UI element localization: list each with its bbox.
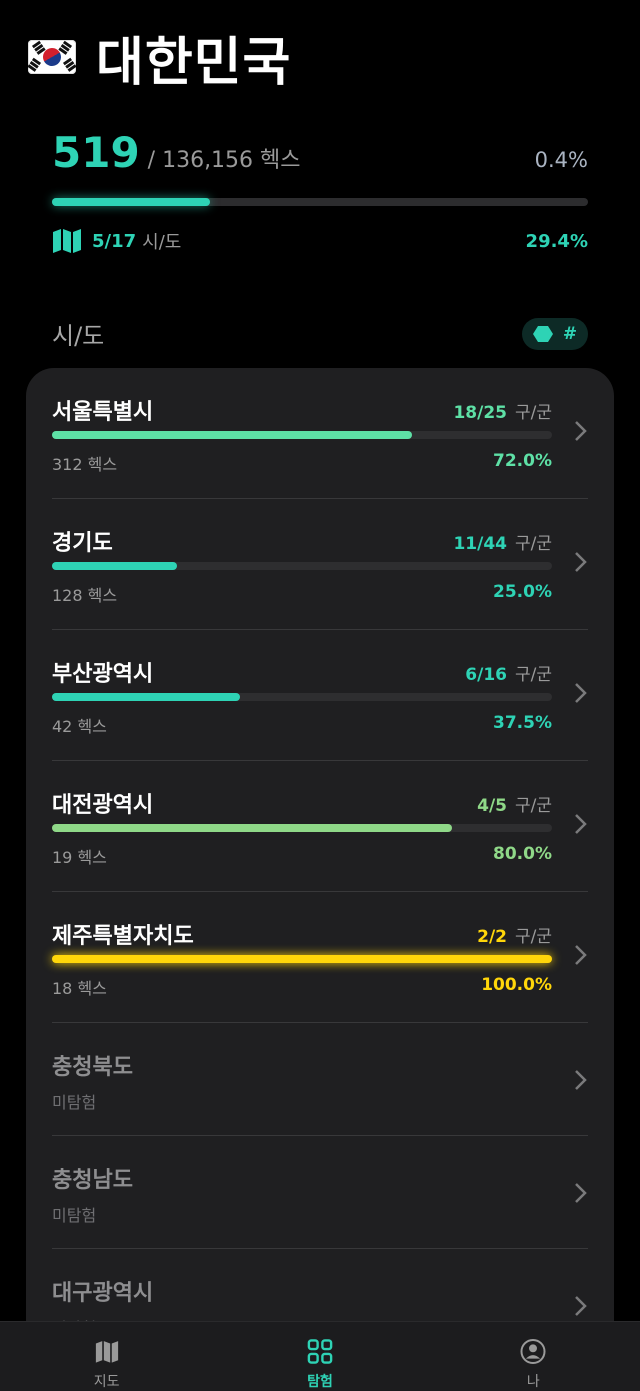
tab-label: 지도 [93, 1374, 120, 1390]
region-status: 미탐험 [52, 1206, 97, 1225]
regions-explored-count: 5/17 [92, 230, 137, 252]
region-status: 미탐험 [52, 1093, 97, 1112]
region-progress-fill [52, 431, 412, 439]
header: 대한민국 [28, 24, 291, 93]
region-percent: 100.0% [481, 975, 552, 995]
chevron-right-icon [575, 552, 587, 572]
chevron-right-icon [575, 683, 587, 703]
region-percent: 72.0% [493, 451, 552, 471]
chevron-right-icon [575, 1296, 587, 1316]
district-count: 2/2 [477, 927, 507, 947]
district-count: 11/44 [453, 534, 507, 554]
region-list: 서울특별시 18/25 구/군 312 헥스 72.0% 경기도 11/44 구/군… [26, 368, 614, 1368]
region-item-gyeonggi[interactable]: 경기도 11/44 구/군 128 헥스 25.0% [52, 499, 588, 630]
region-progress-fill [52, 693, 240, 701]
chevron-right-icon [575, 1070, 587, 1090]
region-item-jeju[interactable]: 제주특별자치도 2/2 구/군 18 헥스 100.0% [52, 892, 588, 1023]
chevron-right-icon [575, 421, 587, 441]
summary-panel: 519 / 136,156 헥스 0.4% 5/17 시/도 29.4% [52, 128, 588, 254]
region-item-seoul[interactable]: 서울특별시 18/25 구/군 312 헥스 72.0% [52, 368, 588, 499]
district-unit: 구/군 [514, 665, 552, 685]
regions-unit: 시/도 [142, 232, 182, 253]
explored-hex-count: 519 [52, 128, 140, 177]
regions-percent: 29.4% [525, 230, 588, 252]
region-progress-bar [52, 562, 552, 570]
region-hex-count: 18 헥스 [52, 979, 107, 998]
region-progress-bar [52, 824, 552, 832]
region-hex-count: 128 헥스 [52, 586, 118, 605]
profile-icon [520, 1338, 546, 1365]
page-title: 대한민국 [96, 32, 292, 93]
region-item-chungnam[interactable]: 충청남도 미탐험 [52, 1136, 588, 1249]
region-percent: 37.5% [493, 713, 552, 733]
district-count: 18/25 [453, 403, 507, 423]
south-korea-flag-icon [28, 40, 76, 74]
chevron-right-icon [575, 814, 587, 834]
region-name: 제주특별자치도 [52, 924, 194, 949]
region-name: 충청남도 [52, 1168, 133, 1193]
district-unit: 구/군 [514, 796, 552, 816]
region-progress-fill [52, 824, 452, 832]
section-title: 시/도 [52, 322, 105, 350]
sort-hash-symbol: # [562, 323, 578, 344]
tab-explore[interactable]: 탐험 [213, 1322, 426, 1391]
grid-icon [307, 1339, 333, 1364]
region-name: 충청북도 [52, 1055, 133, 1080]
district-unit: 구/군 [514, 927, 552, 947]
region-name: 서울특별시 [52, 400, 154, 425]
region-name: 경기도 [52, 531, 113, 556]
total-progress-bar [52, 198, 588, 206]
region-name: 대전광역시 [52, 793, 154, 818]
region-percent: 80.0% [493, 844, 552, 864]
region-name: 대구광역시 [52, 1281, 154, 1306]
region-item-chungbuk[interactable]: 충청북도 미탐험 [52, 1023, 588, 1136]
district-count: 6/16 [465, 665, 507, 685]
sort-button[interactable]: # [522, 317, 588, 350]
total-progress-fill [52, 198, 210, 206]
region-progress-bar [52, 693, 552, 701]
tab-label: 나 [526, 1374, 540, 1390]
region-progress-fill [52, 955, 552, 963]
district-unit: 구/군 [514, 403, 552, 423]
region-hex-count: 42 헥스 [52, 717, 107, 736]
tab-label: 탐험 [307, 1374, 333, 1390]
region-item-daejeon[interactable]: 대전광역시 4/5 구/군 19 헥스 80.0% [52, 761, 588, 892]
region-hex-count: 312 헥스 [52, 455, 118, 474]
region-progress-fill [52, 562, 177, 570]
hexagon-icon [532, 325, 553, 342]
chevron-right-icon [575, 945, 587, 965]
region-hex-count: 19 헥스 [52, 848, 107, 867]
tab-bar: 지도 탐험 나 [0, 1321, 640, 1391]
district-count: 4/5 [477, 796, 507, 816]
region-percent: 25.0% [493, 582, 552, 602]
district-unit: 구/군 [514, 534, 552, 554]
map-icon [95, 1341, 118, 1363]
explored-percent: 0.4% [534, 148, 588, 172]
region-name: 부산광역시 [52, 662, 154, 687]
total-hex-count: / 136,156 헥스 [147, 148, 301, 173]
section-header: 시/도 # [52, 316, 588, 351]
chevron-right-icon [575, 1183, 587, 1203]
region-item-busan[interactable]: 부산광역시 6/16 구/군 42 헥스 37.5% [52, 630, 588, 761]
map-icon [53, 229, 81, 253]
region-progress-bar [52, 431, 552, 439]
tab-map[interactable]: 지도 [0, 1322, 213, 1391]
tab-profile[interactable]: 나 [427, 1322, 640, 1391]
region-progress-bar [52, 955, 552, 963]
